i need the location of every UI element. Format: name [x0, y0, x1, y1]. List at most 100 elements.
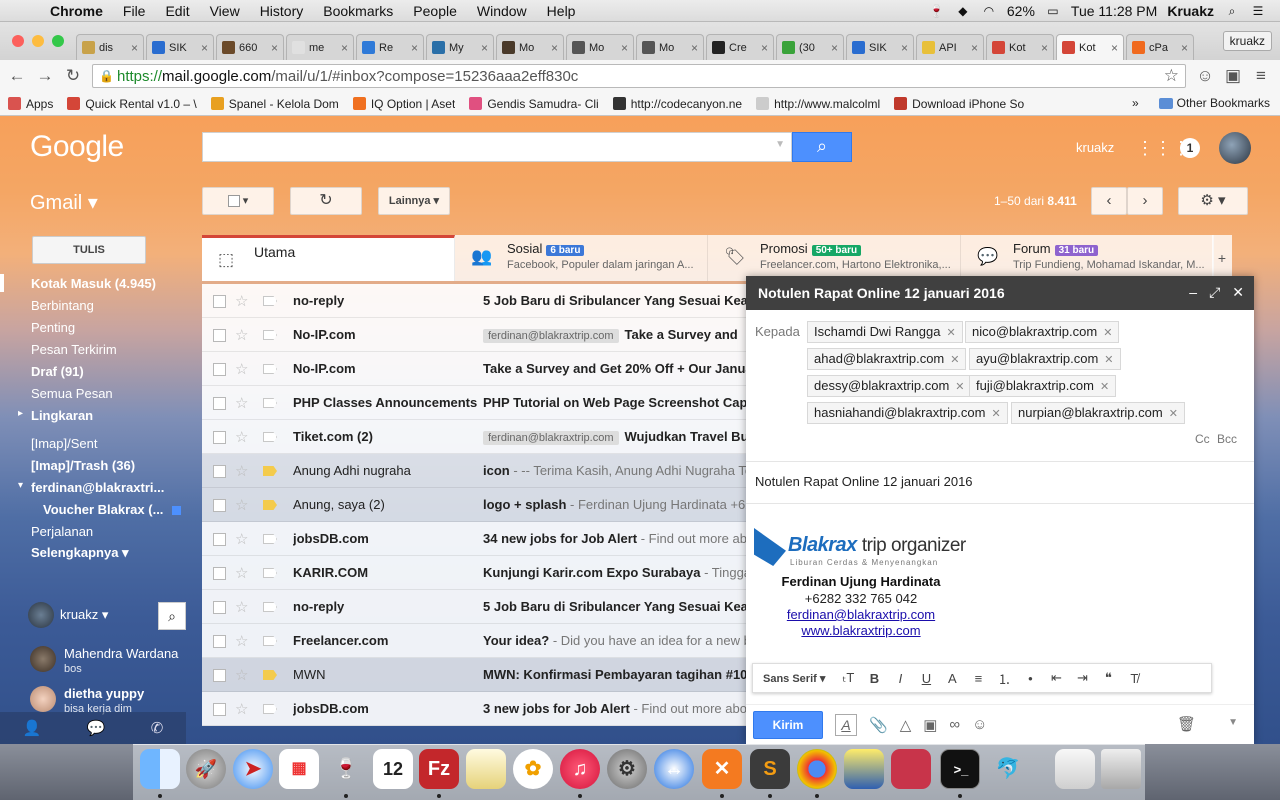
menu-help[interactable]: Help — [537, 3, 586, 19]
star-icon[interactable]: ☆ — [235, 326, 248, 344]
table-row[interactable]: ☆ no-reply 5 Job Baru di Sribulancer Yang … — [202, 590, 750, 624]
font-size-icon[interactable]: ₜT — [835, 670, 861, 686]
nav-item[interactable]: Perjalanan — [31, 524, 93, 539]
hangouts-search-button[interactable]: ⌕ — [158, 602, 186, 630]
cc-link[interactable]: Cc — [1195, 432, 1210, 446]
browser-tab[interactable]: SIK × — [846, 34, 914, 60]
bookmark-star-icon[interactable]: ☆ — [1164, 66, 1179, 86]
recipient-chip[interactable]: Ischamdi Dwi Rangga ✕ — [807, 321, 963, 343]
compose-button[interactable]: TULIS — [32, 236, 146, 264]
importance-marker-icon[interactable] — [263, 704, 277, 714]
battery-icon[interactable]: ▭ — [1045, 4, 1061, 18]
row-checkbox[interactable] — [213, 499, 226, 512]
prev-page-button[interactable]: ‹ — [1091, 187, 1127, 215]
remove-recipient-icon[interactable]: ✕ — [1100, 381, 1109, 393]
nav-item[interactable]: Lingkaran — [31, 408, 93, 423]
quote-icon[interactable]: ❝ — [1095, 670, 1121, 686]
nav-item[interactable]: Semua Pesan — [31, 386, 113, 401]
nav-item[interactable]: Voucher Blakrax (... — [43, 502, 163, 517]
wifi-icon[interactable]: ◠ — [981, 4, 997, 18]
table-row[interactable]: ☆ MWN MWN: Konfirmasi Pembayaran tagihan #… — [202, 658, 750, 692]
menu-icon[interactable]: ≡ — [1252, 66, 1270, 86]
nav-item[interactable]: [Imap]/Sent — [31, 436, 97, 451]
row-checkbox[interactable] — [213, 601, 226, 614]
remove-recipient-icon[interactable]: ✕ — [950, 354, 959, 366]
italic-icon[interactable]: I — [887, 671, 913, 686]
star-icon[interactable]: ☆ — [235, 632, 248, 650]
chrome-icon[interactable] — [797, 749, 837, 789]
underline-icon[interactable]: U — [913, 671, 939, 686]
finder-icon[interactable] — [140, 749, 180, 789]
hangouts-user[interactable]: kruakz ▾ — [28, 602, 108, 628]
row-checkbox[interactable] — [213, 295, 226, 308]
minimize-icon[interactable]: – — [1189, 284, 1197, 301]
star-icon[interactable]: ☆ — [235, 462, 248, 480]
browser-tab[interactable]: 660 × — [216, 34, 284, 60]
browser-tab[interactable]: cPa × — [1126, 34, 1194, 60]
browser-tab[interactable]: SIK × — [146, 34, 214, 60]
photos-icon[interactable]: ✿ — [513, 749, 553, 789]
remove-recipient-icon[interactable]: ✕ — [1104, 354, 1113, 366]
bookmark-item[interactable]: Download iPhone So — [894, 97, 1024, 111]
recipient-chip[interactable]: dessy@blakraxtrip.com ✕ — [807, 375, 972, 397]
row-checkbox[interactable] — [213, 635, 226, 648]
importance-marker-icon[interactable] — [263, 330, 277, 340]
recipient-chip[interactable]: ahad@blakraxtrip.com ✕ — [807, 348, 967, 370]
documents-icon[interactable] — [1055, 749, 1095, 789]
notification-center-icon[interactable]: ☰ — [1250, 4, 1266, 18]
trash-can-icon[interactable] — [1101, 749, 1141, 789]
table-row[interactable]: ☆ PHP Classes Announcements PHP Tutorial o… — [202, 386, 750, 420]
star-icon[interactable]: ☆ — [235, 496, 248, 514]
star-icon[interactable]: ☆ — [235, 564, 248, 582]
recipient-chip[interactable]: fuji@blakraxtrip.com ✕ — [969, 375, 1117, 397]
importance-marker-icon[interactable] — [263, 534, 277, 544]
remove-recipient-icon[interactable]: ✕ — [1169, 408, 1178, 420]
importance-marker-icon[interactable] — [263, 398, 277, 408]
send-button[interactable]: Kirim — [753, 710, 823, 739]
itunes-icon[interactable]: ♫ — [560, 749, 600, 789]
row-checkbox[interactable] — [213, 669, 226, 682]
close-tab-icon[interactable]: × — [971, 41, 978, 55]
remove-recipient-icon[interactable]: ✕ — [955, 381, 964, 393]
star-icon[interactable]: ☆ — [235, 666, 248, 684]
row-checkbox[interactable] — [213, 703, 226, 716]
importance-marker-icon[interactable] — [263, 364, 277, 374]
search-button[interactable]: ⌕ — [792, 132, 852, 162]
collapse-caret-icon[interactable]: ▾ — [18, 480, 23, 491]
nav-item[interactable]: Pesan Terkirim — [31, 342, 117, 357]
dropbox-icon[interactable]: ◆ — [955, 4, 971, 18]
trash-icon[interactable]: 🗑 — [1177, 715, 1196, 733]
sublime-icon[interactable]: S — [750, 749, 790, 789]
close-tab-icon[interactable]: × — [551, 41, 558, 55]
settings-button[interactable]: ⚙ ▾ — [1178, 187, 1248, 215]
importance-marker-icon[interactable] — [263, 296, 277, 306]
browser-tab[interactable]: Kot × — [986, 34, 1054, 60]
teamviewer-icon[interactable]: ↔ — [654, 749, 694, 789]
row-checkbox[interactable] — [213, 567, 226, 580]
table-row[interactable]: ☆ Anung Adhi nugraha icon - -- Terima Kasi… — [202, 454, 750, 488]
clock[interactable]: Tue 11:28 PM — [1071, 3, 1157, 19]
star-icon[interactable]: ☆ — [235, 394, 248, 412]
tab-utama[interactable]: ⬚ Utama — [202, 235, 455, 281]
menu-edit[interactable]: Edit — [155, 3, 199, 19]
close-tab-icon[interactable]: × — [831, 41, 838, 55]
menu-app[interactable]: Chrome — [40, 3, 113, 19]
filezilla-icon[interactable]: Fz — [419, 749, 459, 789]
nav-item[interactable]: ferdinan@blakraxtri... — [31, 480, 164, 495]
browser-tab[interactable]: dis × — [76, 34, 144, 60]
xampp-icon[interactable]: ✕ — [702, 749, 742, 789]
star-icon[interactable]: ☆ — [235, 292, 248, 310]
battery-percent[interactable]: 62% — [1007, 3, 1035, 19]
close-tab-icon[interactable]: × — [341, 41, 348, 55]
account-avatar[interactable] — [1219, 132, 1251, 164]
star-icon[interactable]: ☆ — [235, 598, 248, 616]
row-checkbox[interactable] — [213, 329, 226, 342]
compose-header[interactable]: Notulen Rapat Online 12 januari 2016 – ⤢… — [746, 276, 1254, 310]
drive-icon[interactable]: △ — [900, 716, 912, 734]
close-tab-icon[interactable]: × — [131, 41, 138, 55]
close-tab-icon[interactable]: × — [901, 41, 908, 55]
signature-email-link[interactable]: ferdinan@blakraxtrip.com — [746, 607, 976, 622]
bold-icon[interactable]: B — [861, 671, 887, 686]
menu-window[interactable]: Window — [467, 3, 537, 19]
terminal-icon[interactable]: >_ — [940, 749, 980, 789]
